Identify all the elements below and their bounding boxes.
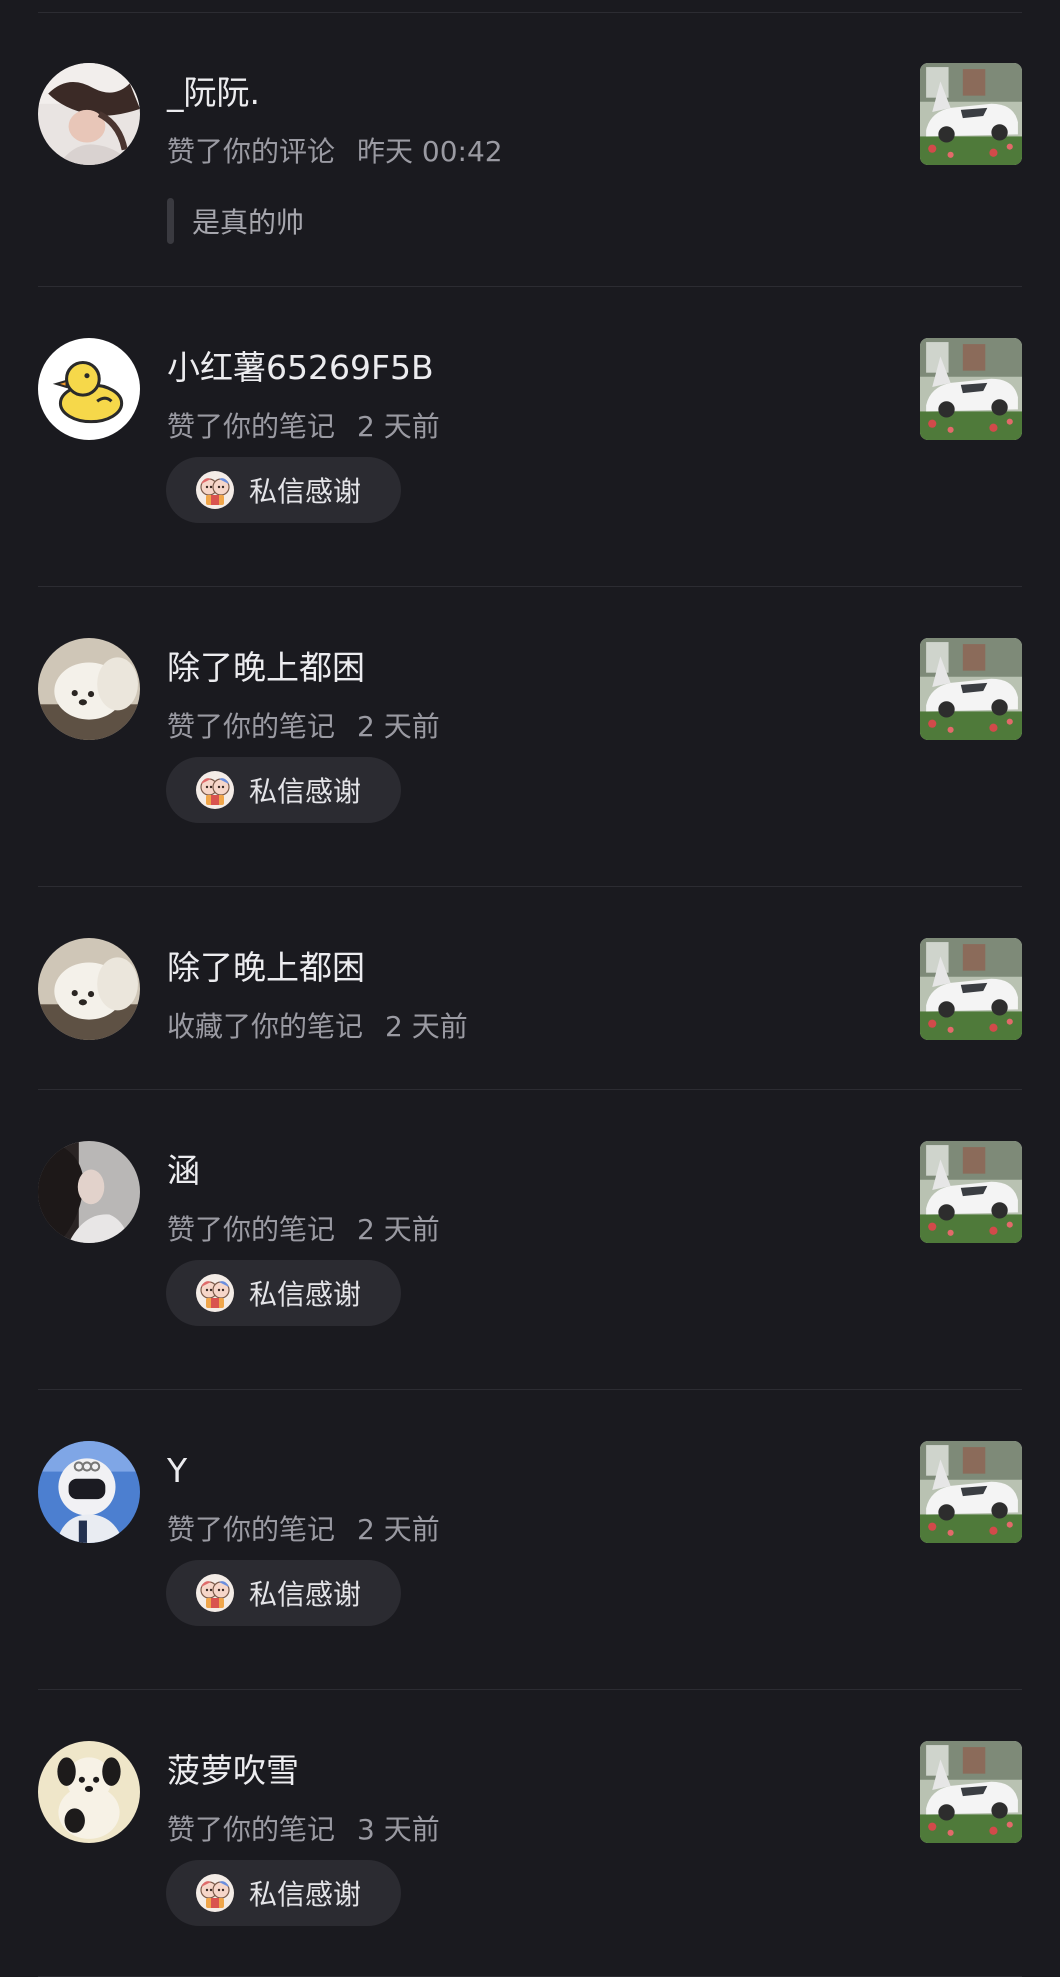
user-name[interactable]: Y xyxy=(167,1451,187,1491)
user-avatar[interactable] xyxy=(38,1141,140,1243)
thanks-message-button[interactable]: 私信感谢 xyxy=(166,1560,401,1626)
user-name[interactable]: 涵 xyxy=(167,1151,200,1191)
activity-action: 赞了你的笔记 xyxy=(167,1513,336,1546)
thanks-button-label: 私信感谢 xyxy=(249,475,362,508)
thanks-message-button[interactable]: 私信感谢 xyxy=(166,457,401,523)
user-avatar[interactable] xyxy=(38,63,140,165)
user-avatar[interactable] xyxy=(38,1741,140,1843)
quote-text: 是真的帅 xyxy=(192,206,305,239)
activity-meta: 赞了你的笔记 2 天前 xyxy=(167,710,440,744)
activity-meta: 赞了你的笔记 3 天前 xyxy=(167,1813,440,1847)
thanks-button-label: 私信感谢 xyxy=(249,775,362,808)
thanks-icon xyxy=(195,470,235,510)
user-avatar[interactable] xyxy=(38,338,140,440)
activity-action: 赞了你的笔记 xyxy=(167,710,336,743)
user-name[interactable]: 除了晚上都困 xyxy=(167,948,365,988)
notification-item[interactable]: 菠萝吹雪赞了你的笔记 3 天前私信感谢 xyxy=(0,1690,1060,1977)
activity-action: 赞了你的评论 xyxy=(167,135,336,168)
notification-item[interactable]: 除了晚上都困赞了你的笔记 2 天前私信感谢 xyxy=(0,587,1060,887)
thanks-button-label: 私信感谢 xyxy=(249,1578,362,1611)
thanks-message-button[interactable]: 私信感谢 xyxy=(166,757,401,823)
activity-action: 赞了你的笔记 xyxy=(167,410,336,443)
thanks-message-button[interactable]: 私信感谢 xyxy=(166,1860,401,1926)
note-thumbnail[interactable] xyxy=(920,338,1022,440)
thanks-icon xyxy=(195,1873,235,1913)
user-name[interactable]: 小红薯65269F5B xyxy=(167,348,434,388)
notification-item[interactable]: 除了晚上都困收藏了你的笔记 2 天前 xyxy=(0,887,1060,1090)
thanks-button-label: 私信感谢 xyxy=(249,1878,362,1911)
note-thumbnail[interactable] xyxy=(920,1441,1022,1543)
activity-time: 2 天前 xyxy=(357,710,440,743)
notification-item[interactable]: _阮阮. 赞了你的评论 昨天 00:42 是真的帅 xyxy=(0,12,1060,287)
activity-action: 赞了你的笔记 xyxy=(167,1213,336,1246)
activity-time: 3 天前 xyxy=(357,1813,440,1846)
user-name[interactable]: 除了晚上都困 xyxy=(167,648,365,688)
thanks-icon xyxy=(195,1573,235,1613)
activity-time: 2 天前 xyxy=(357,410,440,443)
notification-item[interactable]: 小红薯65269F5B 赞了你的笔记 2 天前私信感谢 xyxy=(0,287,1060,587)
activity-time: 2 天前 xyxy=(357,1513,440,1546)
activity-meta: 赞了你的笔记 2 天前 xyxy=(167,1513,440,1547)
comment-quote[interactable]: 是真的帅 xyxy=(167,198,304,244)
quote-bar xyxy=(167,198,174,244)
notification-item[interactable]: Y 赞了你的笔记 2 天前私信感谢 xyxy=(0,1390,1060,1690)
thanks-button-label: 私信感谢 xyxy=(249,1278,362,1311)
activity-meta: 赞了你的笔记 2 天前 xyxy=(167,1213,440,1247)
notification-item[interactable]: 涵赞了你的笔记 2 天前私信感谢 xyxy=(0,1090,1060,1390)
activity-time: 2 天前 xyxy=(357,1213,440,1246)
user-avatar[interactable] xyxy=(38,938,140,1040)
user-avatar[interactable] xyxy=(38,638,140,740)
activity-action: 赞了你的笔记 xyxy=(167,1813,336,1846)
user-avatar[interactable] xyxy=(38,1441,140,1543)
activity-action: 收藏了你的笔记 xyxy=(167,1010,364,1043)
user-name[interactable]: _阮阮. xyxy=(167,73,260,113)
activity-time: 2 天前 xyxy=(385,1010,468,1043)
activity-time: 昨天 00:42 xyxy=(357,135,503,168)
thanks-message-button[interactable]: 私信感谢 xyxy=(166,1260,401,1326)
thanks-icon xyxy=(195,1273,235,1313)
note-thumbnail[interactable] xyxy=(920,1741,1022,1843)
user-name[interactable]: 菠萝吹雪 xyxy=(167,1751,299,1791)
thanks-icon xyxy=(195,770,235,810)
activity-meta: 收藏了你的笔记 2 天前 xyxy=(167,1010,468,1044)
activity-meta: 赞了你的评论 昨天 00:42 xyxy=(167,135,503,169)
note-thumbnail[interactable] xyxy=(920,1141,1022,1243)
note-thumbnail[interactable] xyxy=(920,63,1022,165)
note-thumbnail[interactable] xyxy=(920,938,1022,1040)
activity-meta: 赞了你的笔记 2 天前 xyxy=(167,410,440,444)
note-thumbnail[interactable] xyxy=(920,638,1022,740)
